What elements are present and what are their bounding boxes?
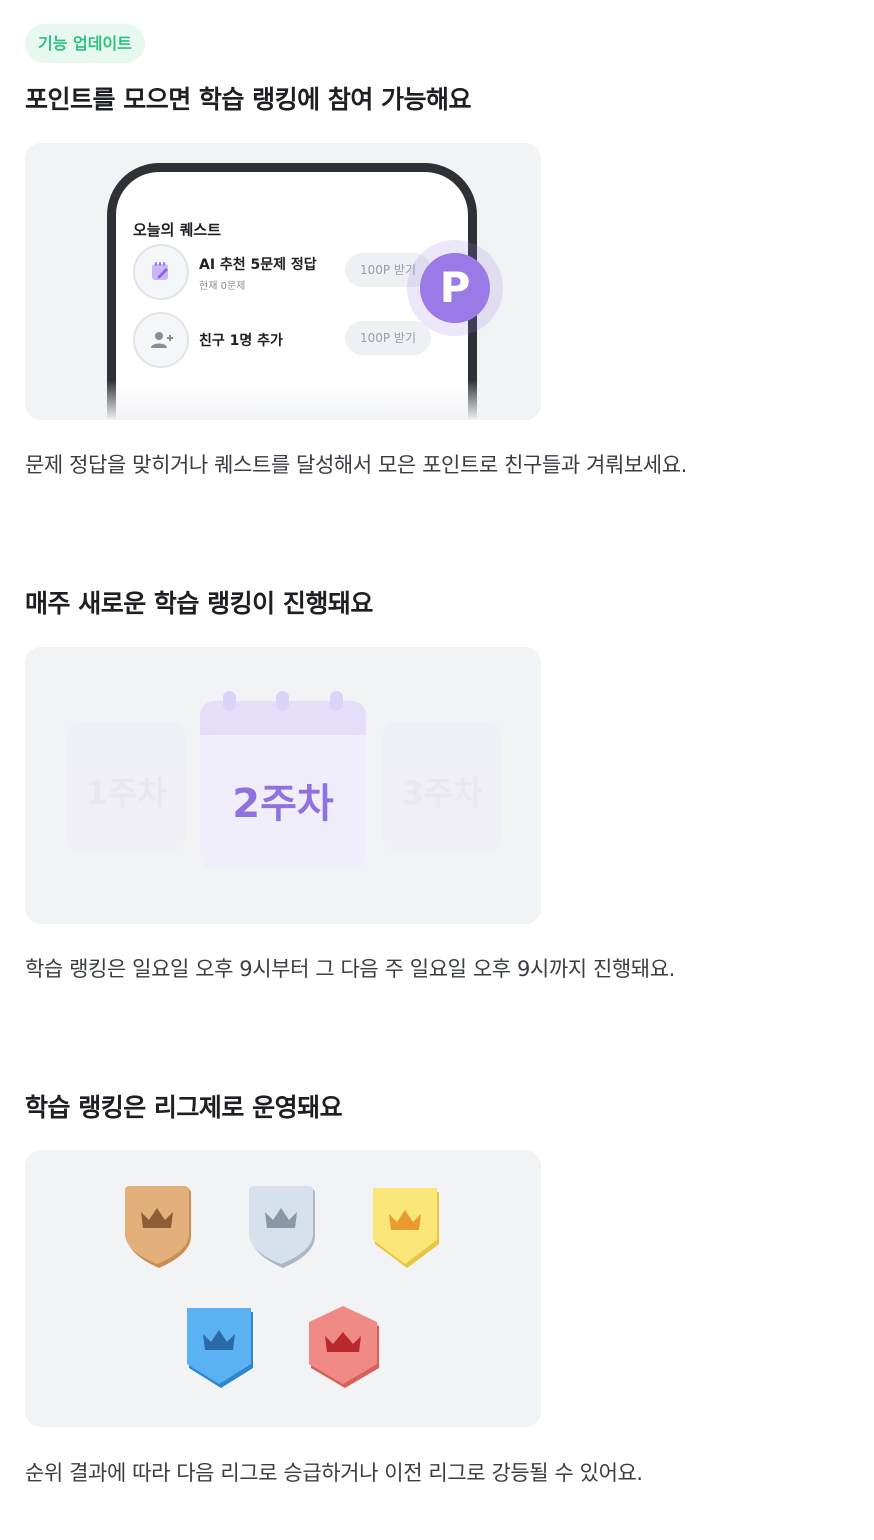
sapphire-league-badge — [187, 1308, 253, 1388]
ruby-league-badge — [309, 1306, 379, 1388]
section-1-description: 문제 정답을 맞히거나 퀘스트를 달성해서 모은 포인트로 친구들과 겨뤄보세요… — [25, 453, 687, 477]
calendar-ring — [276, 691, 289, 711]
week-3-calendar: 3주차 — [383, 722, 501, 852]
calendar-edit-icon — [133, 244, 189, 300]
quest-title: 오늘의 퀘스트 — [133, 221, 222, 239]
gold-league-badge — [373, 1188, 439, 1268]
quest-row: 친구 1명 추가 100P 받기 — [133, 312, 453, 368]
bottom-fade — [25, 380, 541, 420]
quest-progress: 현재 0문제 — [199, 281, 246, 292]
silver-league-badge — [249, 1186, 315, 1268]
point-coin-icon: P — [420, 253, 490, 323]
claim-points-button[interactable]: 100P 받기 — [345, 321, 431, 355]
add-friend-icon — [133, 312, 189, 368]
section-2-description: 학습 랭킹은 일요일 오후 9시부터 그 다음 주 일요일 오후 9시까지 진행… — [25, 957, 675, 981]
section-3-heading: 학습 랭킹은 리그제로 운영돼요 — [25, 1093, 343, 1122]
weekly-ranking-illustration: 1주차 3주차 2주차 — [25, 647, 541, 924]
quest-row: AI 추천 5문제 정답 현재 0문제 100P 받기 — [133, 244, 453, 300]
calendar-ring — [223, 691, 236, 711]
week-2-label: 2주차 — [232, 781, 334, 827]
quest-name: AI 추천 5문제 정답 — [199, 257, 317, 273]
feature-update-badge: 기능 업데이트 — [25, 24, 145, 63]
section-2-heading: 매주 새로운 학습 랭킹이 진행돼요 — [25, 589, 373, 618]
section-3-description: 순위 결과에 따라 다음 리그로 승급하거나 이전 리그로 강등될 수 있어요. — [25, 1461, 643, 1485]
quest-name: 친구 1명 추가 — [199, 333, 283, 349]
feature-update-page: 기능 업데이트 포인트를 모으면 학습 랭킹에 참여 가능해요 오늘의 퀘스트 … — [0, 0, 874, 1540]
week-1-label: 1주차 — [85, 774, 167, 812]
week-3-label: 3주차 — [401, 774, 483, 812]
calendar-ring — [330, 691, 343, 711]
bronze-league-badge — [125, 1186, 191, 1268]
week-1-calendar: 1주차 — [67, 722, 185, 852]
league-illustration — [25, 1150, 541, 1427]
section-1-heading: 포인트를 모으면 학습 랭킹에 참여 가능해요 — [25, 85, 472, 114]
quest-illustration: 오늘의 퀘스트 AI 추천 5문제 정답 현재 0문제 100P 받기 친구 1… — [25, 143, 541, 420]
week-2-calendar: 2주차 — [200, 701, 366, 869]
